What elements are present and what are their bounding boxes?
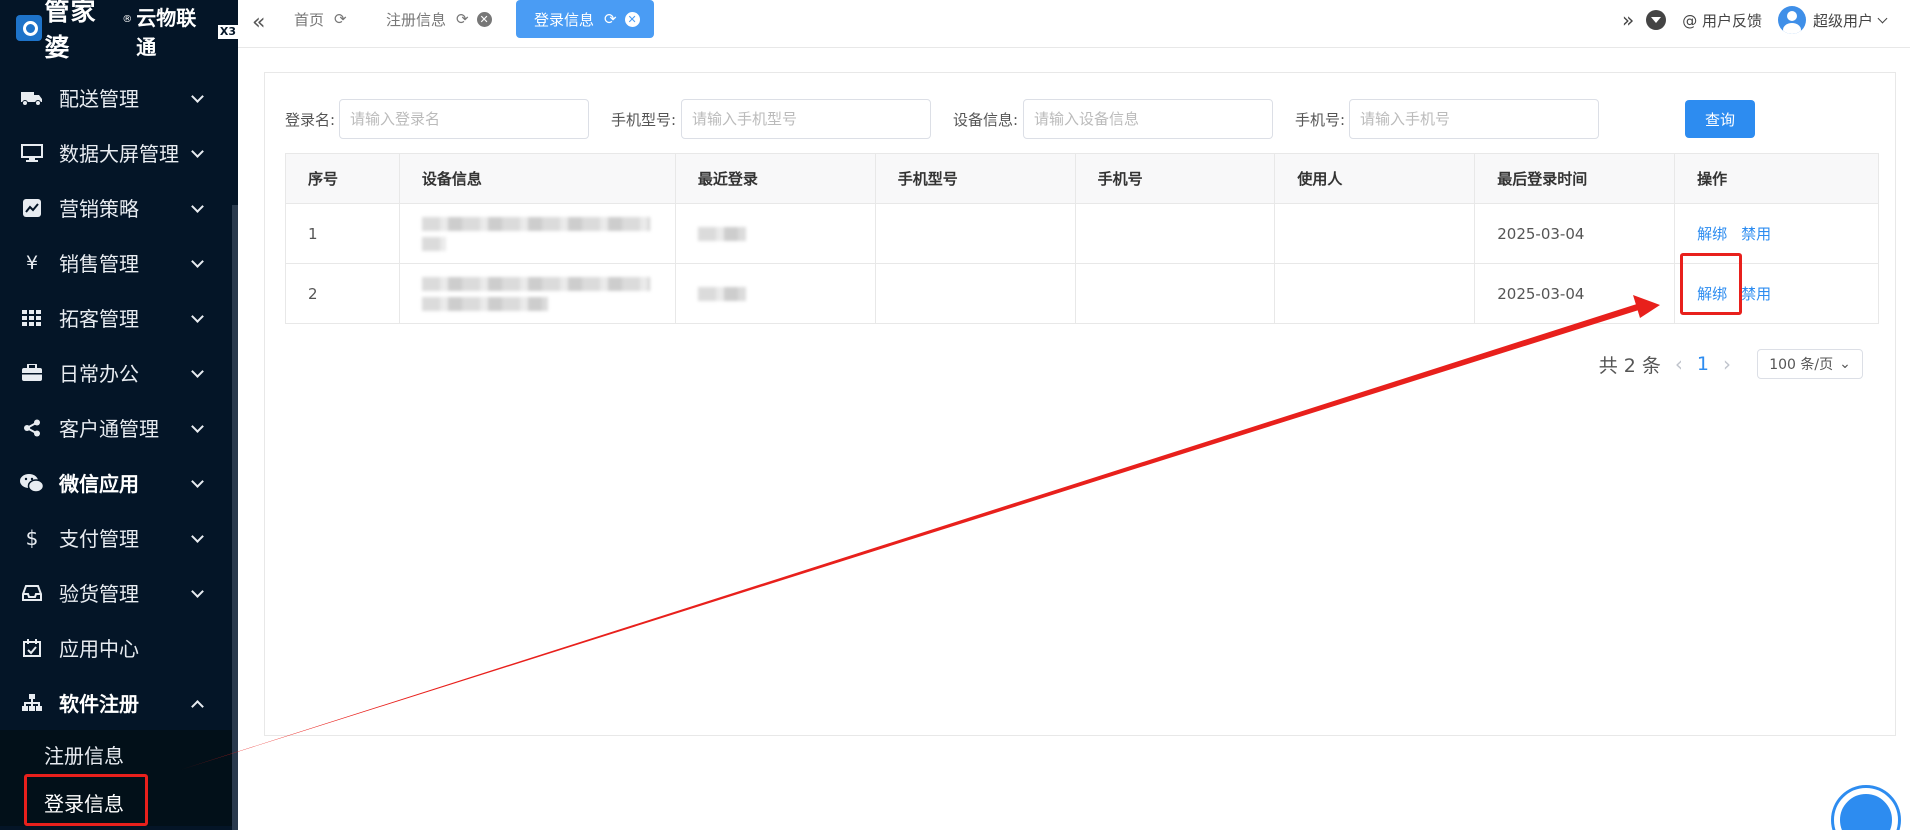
arrow-head [1633,295,1660,318]
arrow-shaft [180,303,1642,770]
annotation-arrow [180,295,1660,770]
